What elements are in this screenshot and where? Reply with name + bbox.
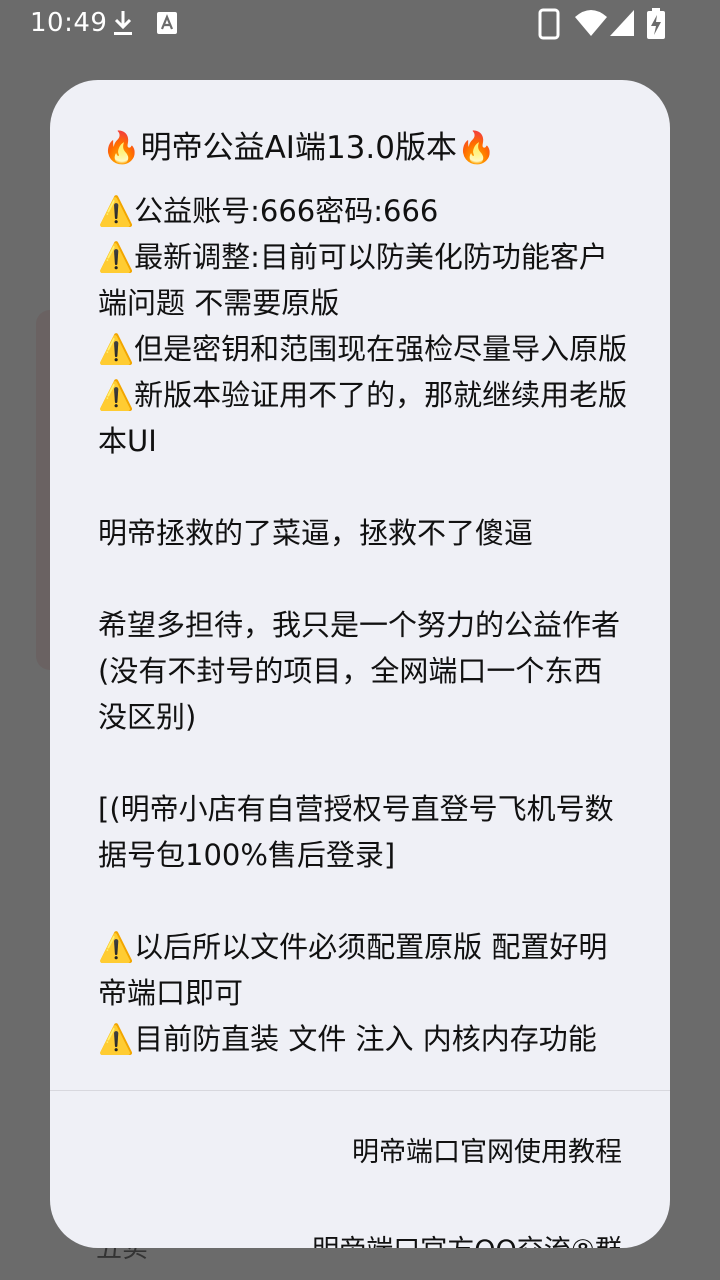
message-line: ⚠️新版本验证用不了的，那就继续用老版本UI — [98, 378, 628, 458]
wifi-icon — [574, 8, 608, 42]
message-line: ⚠️以后所以文件必须配置原版 配置好明帝端口即可 — [98, 930, 608, 1010]
dialog-message: ⚠️公益账号:666密码:666 ⚠️最新调整:目前可以防美化防功能客户端问题 … — [98, 188, 628, 1088]
message-line: ⚠️公益账号:666密码:666 — [98, 194, 439, 228]
signal-icon — [608, 8, 636, 42]
message-line: ⚠️但是密钥和范围现在强检尽量导入原版 — [98, 332, 628, 366]
message-line: [(明帝小店有自营授权号直登号飞机号数据号包100%售后登录] — [98, 792, 614, 872]
message-line: 明帝拯救的了菜逼，拯救不了傻逼 — [98, 516, 534, 550]
message-spacer — [98, 556, 628, 602]
status-bar: 10:49 — [0, 0, 720, 48]
battery-charging-icon — [646, 8, 666, 44]
announcement-dialog: 🔥明帝公益AI端13.0版本🔥 ⚠️公益账号:666密码:666 ⚠️最新调整:… — [50, 80, 670, 1248]
message-spacer — [98, 878, 628, 924]
dialog-divider — [50, 1090, 670, 1091]
dialog-title: 🔥明帝公益AI端13.0版本🔥 — [102, 130, 496, 166]
message-spacer — [98, 464, 628, 510]
message-line: ⚠️目前防直装 文件 注入 内核内存功能 — [98, 1022, 597, 1056]
message-line: ⚠️最新调整:目前可以防美化防功能客户端问题 不需要原版 — [98, 240, 608, 320]
message-line: 希望多担待，我只是一个努力的公益作者(没有不封号的项目，全网端口一个东西没区别) — [98, 608, 621, 734]
tutorial-button[interactable]: 明帝端口官网使用教程 — [352, 1130, 622, 1169]
keyboard-a-icon — [156, 8, 178, 42]
message-spacer — [98, 740, 628, 786]
phone-icon — [538, 8, 560, 44]
qq-group-button[interactable]: 明帝端口官方QQ交流⑧群 — [312, 1228, 622, 1248]
download-icon — [112, 8, 134, 42]
status-time: 10:49 — [30, 8, 108, 38]
